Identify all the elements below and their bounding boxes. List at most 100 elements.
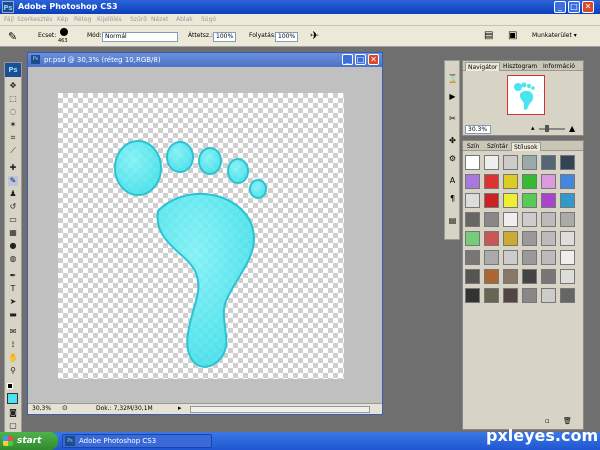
maximize-button[interactable]: □ <box>568 1 580 13</box>
zoom-slider-thumb[interactable] <box>545 125 549 132</box>
brush-preview-icon[interactable] <box>60 28 68 36</box>
dodge-tool-icon[interactable]: ◍ <box>8 254 18 264</box>
new-style-icon[interactable]: ▫ <box>545 417 550 425</box>
paragraph-panel-icon[interactable]: ¶ <box>447 193 458 204</box>
style-swatch[interactable] <box>541 155 556 170</box>
magic-wand-tool-icon[interactable]: ✶ <box>8 120 18 130</box>
type-tool-icon[interactable]: T <box>8 284 18 294</box>
style-swatch[interactable] <box>541 250 556 265</box>
style-swatch[interactable] <box>522 269 537 284</box>
style-swatch[interactable] <box>484 174 499 189</box>
menu-view[interactable]: Nézet <box>151 16 168 23</box>
delete-style-icon[interactable]: 🗑 <box>563 417 572 425</box>
screen-mode-tool-icon[interactable]: ▢ <box>8 421 18 431</box>
style-swatch[interactable] <box>560 193 575 208</box>
hand-tool-icon[interactable]: ✋ <box>8 353 18 363</box>
tab-styles[interactable]: Stílusok <box>511 142 541 151</box>
style-swatch[interactable] <box>503 288 518 303</box>
tab-swatches[interactable]: Színtár <box>485 142 510 151</box>
blur-tool-icon[interactable]: ● <box>8 241 18 251</box>
style-swatch[interactable] <box>503 250 518 265</box>
shape-tool-icon[interactable]: ▬ <box>8 310 18 320</box>
style-swatch[interactable] <box>503 193 518 208</box>
style-swatch[interactable] <box>522 231 537 246</box>
tab-navigator[interactable]: Navigátor <box>465 62 501 71</box>
tab-histogram[interactable]: Hisztogram <box>501 62 539 71</box>
style-swatch[interactable] <box>541 193 556 208</box>
style-swatch[interactable] <box>541 174 556 189</box>
style-swatch[interactable] <box>541 231 556 246</box>
style-swatch[interactable] <box>484 250 499 265</box>
tab-info[interactable]: Információ <box>541 62 577 71</box>
zoom-in-icon[interactable]: ▲ <box>569 124 575 133</box>
style-swatch[interactable] <box>522 155 537 170</box>
minimize-button[interactable]: _ <box>554 1 566 13</box>
gradient-tool-icon[interactable]: ▦ <box>8 228 18 238</box>
airbrush-icon[interactable]: ✈ <box>310 29 319 42</box>
menu-file[interactable]: Fájl <box>4 16 14 23</box>
style-swatch[interactable] <box>465 174 480 189</box>
clone-source-icon[interactable]: ⚙ <box>447 153 458 164</box>
style-swatch[interactable] <box>484 155 499 170</box>
layer-comps-icon[interactable]: ▤ <box>447 215 458 226</box>
history-brush-tool-icon[interactable]: ↺ <box>8 202 18 212</box>
doc-minimize-button[interactable]: _ <box>342 54 353 65</box>
menu-filter[interactable]: Szűrő <box>130 16 147 23</box>
style-swatch[interactable] <box>503 269 518 284</box>
zoom-out-icon[interactable]: ▴ <box>531 124 535 132</box>
zoom-tool-icon[interactable]: ⚲ <box>8 366 18 376</box>
foreground-color-swatch[interactable] <box>7 393 18 404</box>
style-swatch[interactable] <box>560 288 575 303</box>
brush-tool-active-icon[interactable]: ✎ <box>8 176 18 186</box>
style-swatch[interactable] <box>522 250 537 265</box>
tool-presets-icon[interactable]: ✂ <box>447 113 458 124</box>
slice-tool-icon[interactable]: ⟋ <box>8 146 18 156</box>
brushes-panel-icon[interactable]: ✤ <box>447 135 458 146</box>
doc-close-button[interactable]: ✕ <box>368 54 379 65</box>
eraser-tool-icon[interactable]: ▭ <box>8 215 18 225</box>
mode-select[interactable]: Normál <box>102 32 178 42</box>
style-swatch[interactable] <box>541 212 556 227</box>
style-swatch[interactable] <box>503 212 518 227</box>
style-swatch[interactable] <box>465 250 480 265</box>
horizontal-scrollbar[interactable] <box>190 406 370 413</box>
navigator-thumbnail[interactable] <box>507 75 545 115</box>
marquee-tool-icon[interactable]: ⬚ <box>8 94 18 104</box>
notes-tool-icon[interactable]: ✉ <box>8 327 18 337</box>
style-swatch[interactable] <box>522 193 537 208</box>
style-swatch[interactable] <box>465 269 480 284</box>
pen-tool-icon[interactable]: ✒ <box>8 271 18 281</box>
style-swatch[interactable] <box>541 269 556 284</box>
move-tool-icon[interactable]: ✥ <box>8 81 18 91</box>
style-swatch[interactable] <box>503 155 518 170</box>
style-swatch[interactable] <box>465 288 480 303</box>
style-swatch[interactable] <box>484 231 499 246</box>
actions-panel-icon[interactable]: ▶ <box>447 91 458 102</box>
taskbar-photoshop-item[interactable]: Ps Adobe Photoshop CS3 <box>62 434 212 448</box>
style-swatch[interactable] <box>465 212 480 227</box>
close-button[interactable]: ✕ <box>582 1 594 13</box>
healing-tool-icon[interactable]: ✚ <box>8 163 18 173</box>
menu-layer[interactable]: Réteg <box>74 16 91 23</box>
stamp-tool-icon[interactable]: ♟ <box>8 189 18 199</box>
doc-maximize-button[interactable]: □ <box>355 54 366 65</box>
style-swatch[interactable] <box>560 212 575 227</box>
navigator-zoom-input[interactable]: 30.3% <box>465 125 491 134</box>
style-swatch[interactable] <box>503 174 518 189</box>
style-swatch[interactable] <box>560 174 575 189</box>
zoom-slider[interactable] <box>539 128 565 130</box>
style-swatch[interactable] <box>522 174 537 189</box>
style-swatch[interactable] <box>465 155 480 170</box>
history-panel-icon[interactable]: ⌛ <box>447 73 458 84</box>
quick-mask-icon[interactable]: ◙ <box>8 408 18 418</box>
character-panel-icon[interactable]: A <box>447 175 458 186</box>
menu-edit[interactable]: Szerkesztés <box>17 16 53 23</box>
style-swatch[interactable] <box>465 193 480 208</box>
style-swatch[interactable] <box>560 269 575 284</box>
canvas[interactable] <box>58 93 344 379</box>
style-swatch[interactable] <box>503 231 518 246</box>
screen-mode-icon[interactable]: ▣ <box>508 30 517 41</box>
style-swatch[interactable] <box>560 155 575 170</box>
style-swatch[interactable] <box>541 288 556 303</box>
menu-select[interactable]: Kijelölés <box>97 16 122 23</box>
